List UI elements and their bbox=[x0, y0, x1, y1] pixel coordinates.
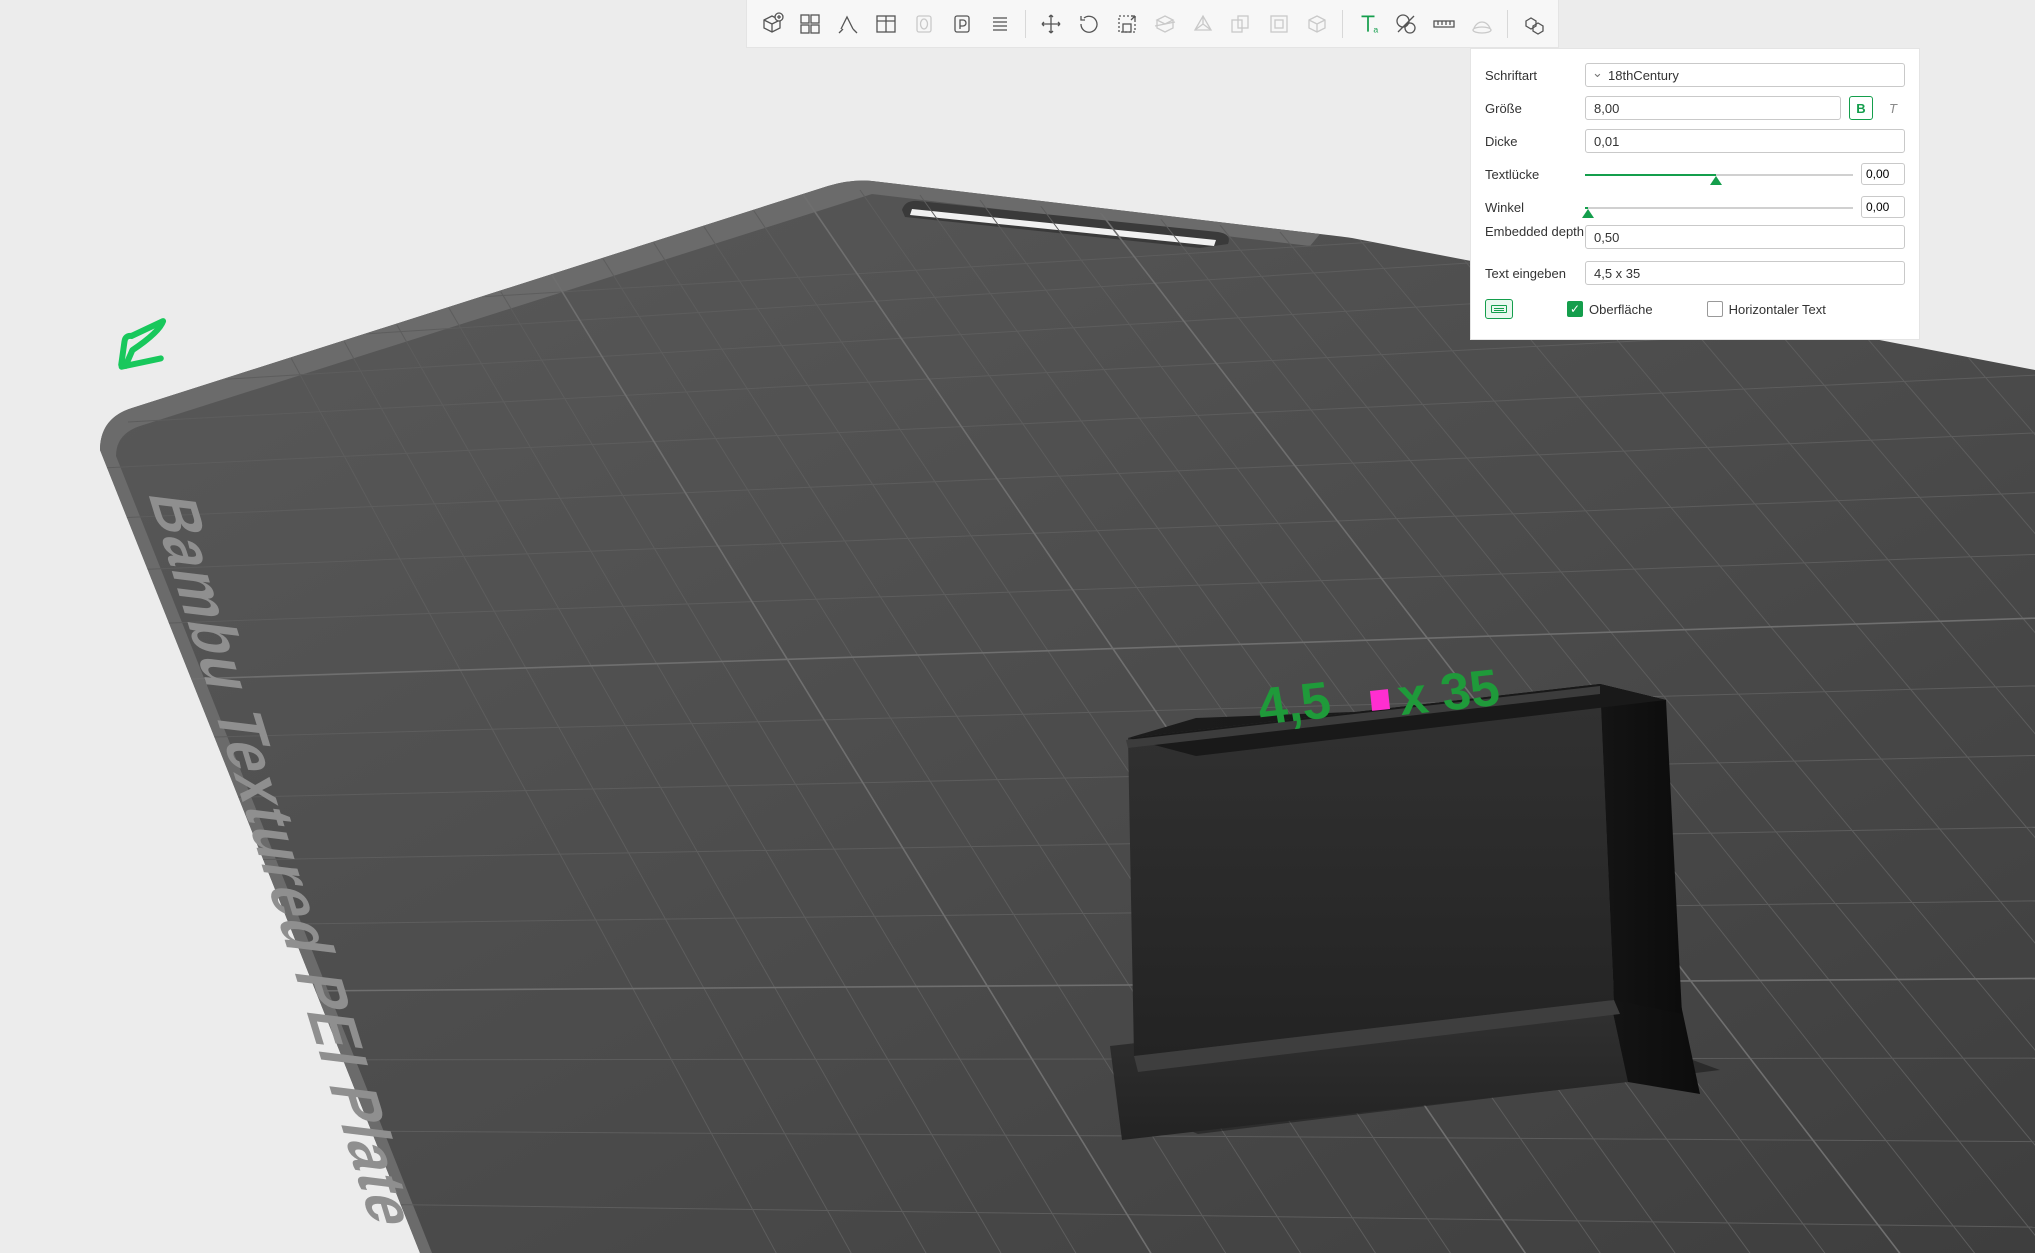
negative-part-icon[interactable] bbox=[1389, 7, 1423, 41]
plane-cut-icon[interactable] bbox=[1148, 7, 1182, 41]
textinput-label: Text eingeben bbox=[1485, 266, 1585, 281]
angle-value[interactable] bbox=[1861, 196, 1905, 218]
bed-color-icon[interactable] bbox=[1465, 7, 1499, 41]
layers-icon[interactable] bbox=[983, 7, 1017, 41]
gap-value[interactable] bbox=[1861, 163, 1905, 185]
model-text-right[interactable]: x 35 bbox=[1393, 658, 1504, 728]
toolbar: a bbox=[746, 0, 1559, 48]
gap-label: Textlücke bbox=[1485, 167, 1585, 182]
size-label: Größe bbox=[1485, 101, 1585, 116]
toolbar-separator bbox=[1025, 10, 1026, 38]
font-select-value: 18thCentury bbox=[1608, 68, 1679, 83]
scale-icon[interactable] bbox=[1110, 7, 1144, 41]
model-box[interactable] bbox=[1110, 684, 1720, 1140]
box-cube-icon[interactable] bbox=[1300, 7, 1334, 41]
thickness-input[interactable] bbox=[1585, 129, 1905, 153]
surface-checkbox[interactable]: ✓ Oberfläche bbox=[1567, 301, 1653, 317]
gap-slider[interactable] bbox=[1585, 164, 1853, 184]
rotate-icon[interactable] bbox=[1072, 7, 1106, 41]
arrange-grid-icon[interactable] bbox=[793, 7, 827, 41]
number-zero-icon[interactable] bbox=[907, 7, 941, 41]
text-tool-panel: Schriftart 18thCentury Größe B T Dicke T… bbox=[1470, 48, 1920, 340]
depth-input[interactable] bbox=[1585, 225, 1905, 249]
angle-slider[interactable] bbox=[1585, 197, 1853, 217]
toolbar-separator bbox=[1342, 10, 1343, 38]
text-tool-icon[interactable]: a bbox=[1351, 7, 1385, 41]
model-text-left[interactable]: 4,5 bbox=[1253, 671, 1335, 738]
depth-label: Embedded depth bbox=[1485, 225, 1585, 239]
move-icon[interactable] bbox=[1034, 7, 1068, 41]
size-input[interactable] bbox=[1585, 96, 1841, 120]
text-cursor[interactable] bbox=[1370, 689, 1390, 711]
horizontal-checkbox-label: Horizontaler Text bbox=[1729, 302, 1826, 317]
auto-orient-icon[interactable] bbox=[831, 7, 865, 41]
font-select[interactable]: 18thCentury bbox=[1585, 63, 1905, 87]
box-group-icon[interactable] bbox=[1224, 7, 1258, 41]
toolbar-separator bbox=[1507, 10, 1508, 38]
keyboard-icon[interactable] bbox=[1485, 299, 1513, 319]
svg-text:a: a bbox=[1373, 24, 1378, 34]
bold-toggle[interactable]: B bbox=[1849, 96, 1873, 120]
angle-label: Winkel bbox=[1485, 200, 1585, 215]
check-icon bbox=[1707, 301, 1723, 317]
italic-toggle[interactable]: T bbox=[1881, 96, 1905, 120]
letter-p-icon[interactable] bbox=[945, 7, 979, 41]
font-label: Schriftart bbox=[1485, 68, 1585, 83]
split-view-icon[interactable] bbox=[869, 7, 903, 41]
mesh-icon[interactable] bbox=[1186, 7, 1220, 41]
text-input[interactable] bbox=[1585, 261, 1905, 285]
surface-checkbox-label: Oberfläche bbox=[1589, 302, 1653, 317]
text-edit-icon bbox=[106, 305, 189, 387]
add-cube-icon[interactable] bbox=[755, 7, 789, 41]
check-icon: ✓ bbox=[1567, 301, 1583, 317]
horizontal-checkbox[interactable]: Horizontaler Text bbox=[1707, 301, 1826, 317]
measure-icon[interactable] bbox=[1427, 7, 1461, 41]
box-select-icon[interactable] bbox=[1262, 7, 1296, 41]
thickness-label: Dicke bbox=[1485, 134, 1585, 149]
assembly-icon[interactable] bbox=[1516, 7, 1550, 41]
